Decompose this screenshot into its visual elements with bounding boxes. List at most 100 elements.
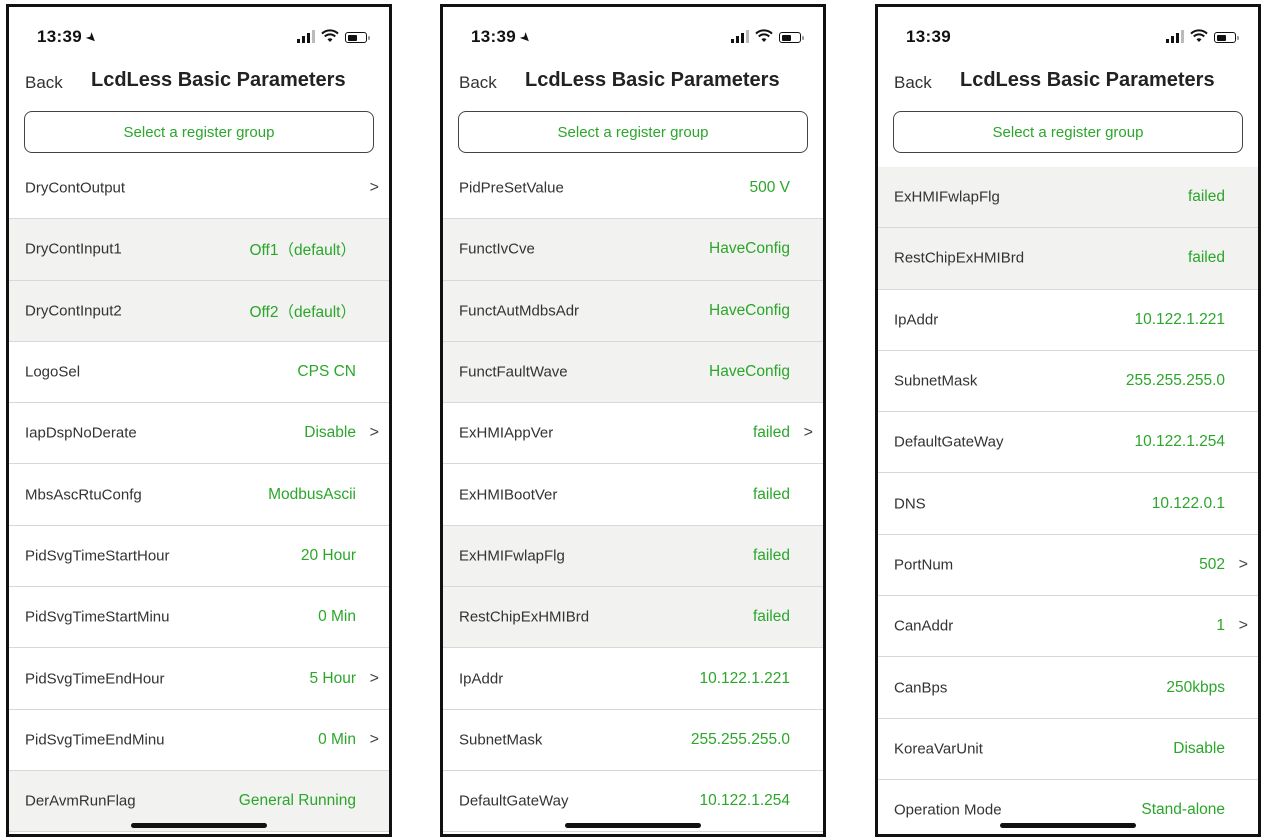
param-label: RestChipExHMIBrd: [894, 249, 1025, 267]
param-row-drycontinput1[interactable]: DryContInput1 Off1（default）: [9, 219, 389, 281]
param-row-logosel[interactable]: LogoSel CPS CN: [9, 341, 389, 404]
param-value: 502: [1199, 555, 1225, 573]
param-value: 0 Min: [318, 608, 356, 626]
param-label: ExHMIFwlapFlg: [894, 188, 1000, 206]
param-label: MbsAscRtuConfg: [25, 486, 142, 504]
param-value: 10.122.1.254: [699, 792, 790, 810]
phone-screen-2: 13:39➤ Back LcdLess Basic Parameters Sel…: [440, 4, 826, 837]
param-value: Disable: [1173, 739, 1225, 757]
param-value: HaveConfig: [709, 301, 790, 319]
param-value: General Running: [238, 792, 356, 810]
param-label: CanBps: [894, 679, 948, 697]
param-label: PidSvgTimeEndMinu: [25, 731, 165, 749]
param-value: CPS CN: [297, 363, 356, 381]
param-row-restchipexhmibrd[interactable]: RestChipExHMIBrd failed: [878, 228, 1258, 290]
battery-icon: [1214, 32, 1239, 43]
param-row-drycontoutput[interactable]: DryContOutput >: [9, 158, 389, 220]
cellular-signal-icon: [731, 29, 749, 43]
param-value: 255.255.255.0: [1125, 372, 1225, 390]
phone-screen-3: 13:39 Back LcdLess Basic Parameters Sele…: [875, 4, 1261, 837]
param-value: failed: [1187, 249, 1225, 267]
param-row-portnum[interactable]: PortNum 502 >: [878, 534, 1258, 597]
param-row-exhmiappver[interactable]: ExHMIAppVer failed >: [443, 403, 823, 465]
status-bar: 13:39➤: [37, 27, 370, 51]
param-row-pidsvgtimestartminu[interactable]: PidSvgTimeStartMinu 0 Min: [9, 587, 389, 649]
param-value: 1: [1216, 617, 1225, 635]
param-value: Stand-alone: [1141, 801, 1225, 819]
param-row-pidpresetvalue[interactable]: PidPreSetValue 500 V: [443, 158, 823, 220]
param-value: HaveConfig: [709, 363, 790, 381]
home-indicator: [565, 823, 701, 828]
param-value: 10.122.1.221: [699, 669, 790, 687]
param-value: Off2（default）: [249, 303, 356, 321]
param-label: PidSvgTimeStartMinu: [25, 608, 170, 626]
param-label: PidSvgTimeEndHour: [25, 670, 165, 688]
home-indicator: [131, 823, 267, 828]
wifi-icon: [755, 29, 773, 42]
page-title: LcdLess Basic Parameters: [960, 69, 1215, 91]
param-row-exhmifwlapflg[interactable]: ExHMIFwlapFlg failed: [443, 525, 823, 588]
param-row-defaultgateway[interactable]: DefaultGateWay 10.122.1.254: [878, 412, 1258, 474]
param-row-mbsascrtuconfg[interactable]: MbsAscRtuConfg ModbusAscii: [9, 464, 389, 526]
chevron-right-icon: >: [369, 179, 379, 197]
param-row-koreavarunit[interactable]: KoreaVarUnit Disable: [878, 718, 1258, 780]
param-value: Off1（default）: [249, 242, 356, 260]
param-label: DryContInput1: [25, 240, 122, 258]
chevron-right-icon: >: [1238, 617, 1248, 635]
param-value: 20 Hour: [300, 546, 356, 564]
back-button[interactable]: Back: [894, 73, 932, 93]
param-row-pidsvgtimestarthour[interactable]: PidSvgTimeStartHour 20 Hour: [9, 525, 389, 588]
param-row-exhmibootver[interactable]: ExHMIBootVer failed: [443, 464, 823, 526]
nav-bar: Back LcdLess Basic Parameters: [459, 67, 807, 101]
param-label: PidPreSetValue: [459, 179, 564, 197]
param-row-dns[interactable]: DNS 10.122.0.1: [878, 473, 1258, 535]
param-row-ipaddr[interactable]: IpAddr 10.122.1.221: [443, 648, 823, 710]
param-row-operation-mode[interactable]: Operation Mode Stand-alone: [878, 779, 1258, 834]
param-value: 10.122.1.254: [1134, 433, 1225, 451]
param-label: DefaultGateWay: [894, 433, 1004, 451]
nav-bar: Back LcdLess Basic Parameters: [894, 67, 1242, 101]
param-row-iapdspnoderate[interactable]: IapDspNoDerate Disable >: [9, 403, 389, 465]
select-register-group-button[interactable]: Select a register group: [893, 111, 1243, 153]
param-label: ExHMIAppVer: [459, 424, 554, 442]
param-label: KoreaVarUnit: [894, 740, 983, 758]
chevron-right-icon: >: [369, 424, 379, 442]
param-row-canaddr[interactable]: CanAddr 1 >: [878, 596, 1258, 658]
param-label: FunctFaultWave: [459, 363, 568, 381]
cellular-signal-icon: [1166, 29, 1184, 43]
chevron-right-icon: >: [1238, 555, 1248, 573]
status-time: 13:39: [906, 27, 951, 46]
param-row-subnetmask[interactable]: SubnetMask 255.255.255.0: [443, 709, 823, 771]
param-label: SubnetMask: [894, 372, 978, 390]
param-label: ExHMIBootVer: [459, 486, 558, 504]
param-label: DefaultGateWay: [459, 792, 569, 810]
param-row-functfaultwave[interactable]: FunctFaultWave HaveConfig: [443, 341, 823, 404]
param-row-functivcve[interactable]: FunctIvCve HaveConfig: [443, 219, 823, 281]
select-register-group-button[interactable]: Select a register group: [24, 111, 374, 153]
param-label: CanAddr: [894, 617, 954, 635]
param-row-ipaddr[interactable]: IpAddr 10.122.1.221: [878, 289, 1258, 351]
param-row-canbps[interactable]: CanBps 250kbps: [878, 657, 1258, 719]
location-arrow-icon: ➤: [516, 28, 536, 47]
status-time: 13:39➤: [37, 27, 102, 47]
location-arrow-icon: ➤: [82, 28, 102, 47]
param-row-functautmdbsadr[interactable]: FunctAutMdbsAdr HaveConfig: [443, 280, 823, 342]
param-value: 10.122.0.1: [1151, 494, 1225, 512]
param-value: failed: [752, 485, 790, 503]
param-value: 5 Hour: [309, 669, 356, 687]
param-value: 500 V: [749, 179, 790, 197]
param-label: LogoSel: [25, 363, 81, 381]
param-row-restchipexhmibrd[interactable]: RestChipExHMIBrd failed: [443, 587, 823, 649]
status-icons: [1166, 29, 1239, 43]
param-row-pidsvgtimeendminu[interactable]: PidSvgTimeEndMinu 0 Min >: [9, 709, 389, 771]
param-row-exhmifwlapflg[interactable]: ExHMIFwlapFlg failed: [878, 167, 1258, 229]
status-bar: 13:39: [906, 27, 1239, 51]
battery-icon: [345, 32, 370, 43]
select-register-group-button[interactable]: Select a register group: [458, 111, 808, 153]
param-row-pidsvgtimeendhour[interactable]: PidSvgTimeEndHour 5 Hour >: [9, 648, 389, 710]
back-button[interactable]: Back: [25, 73, 63, 93]
param-row-subnetmask[interactable]: SubnetMask 255.255.255.0: [878, 350, 1258, 413]
param-row-drycontinput2[interactable]: DryContInput2 Off2（default）: [9, 280, 389, 342]
wifi-icon: [1190, 29, 1208, 42]
back-button[interactable]: Back: [459, 73, 497, 93]
